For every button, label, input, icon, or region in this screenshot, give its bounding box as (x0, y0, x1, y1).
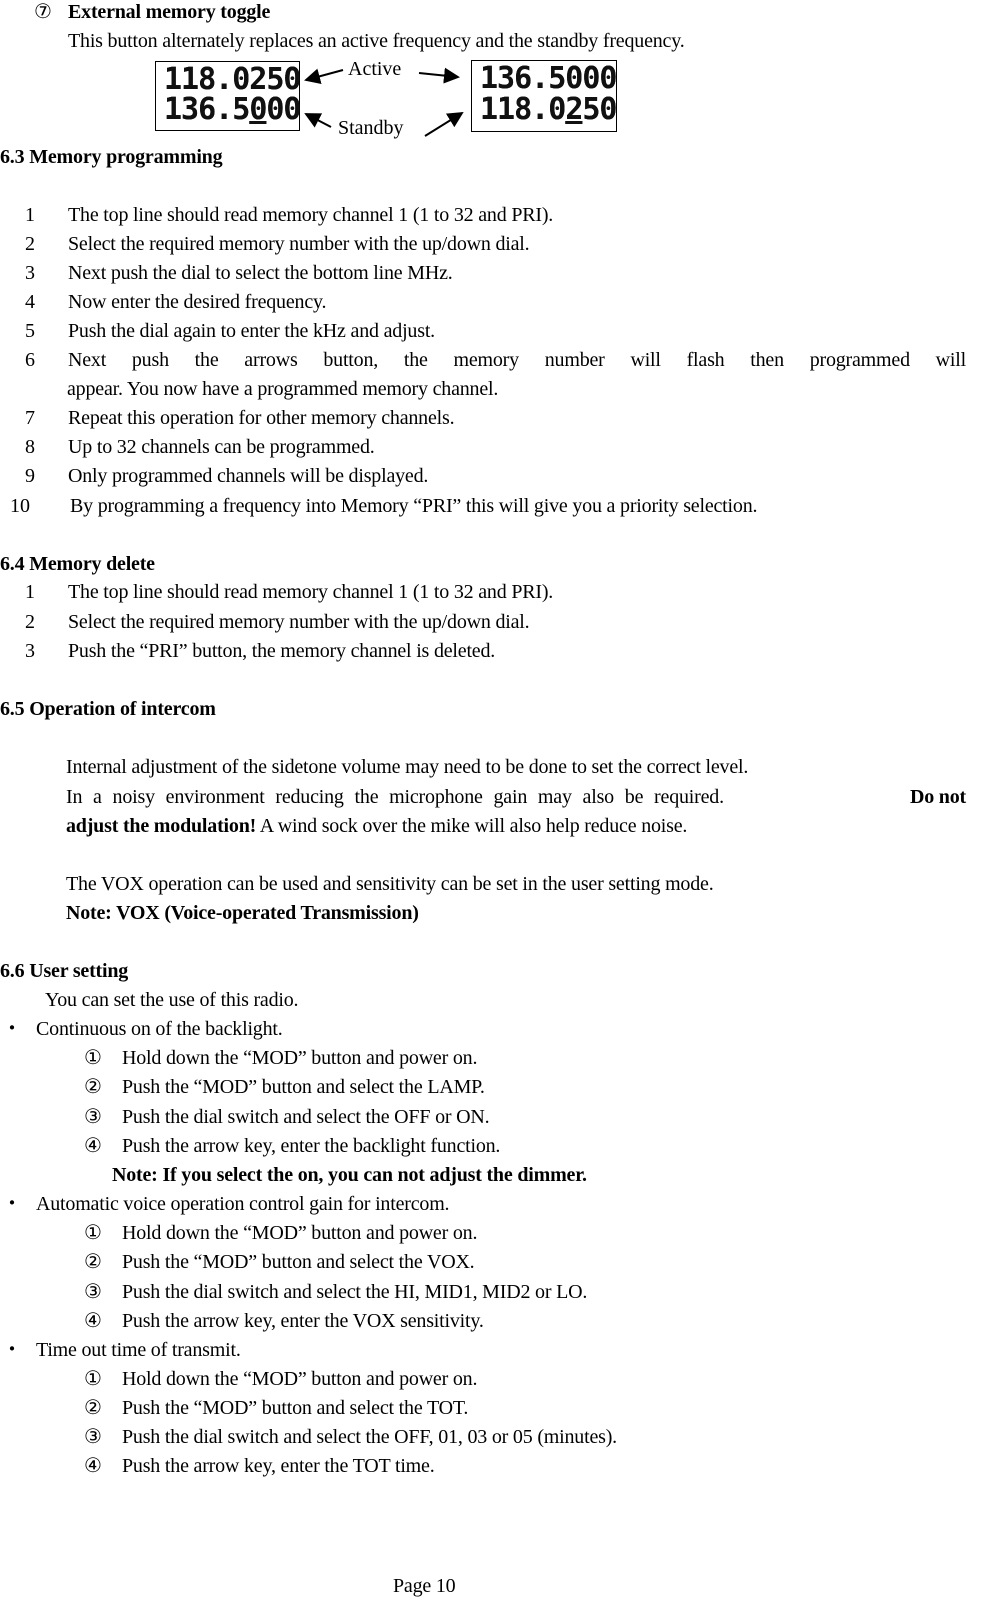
step-text: Push the arrow key, enter the backlight … (122, 1135, 501, 1157)
step-number: 5 (25, 320, 35, 342)
heading-memory-programming: 6.3 Memory programming (0, 146, 223, 168)
warning-text: Do not (909, 786, 966, 808)
step-text: Select the required memory number with t… (68, 233, 530, 255)
step-text: Push the arrow key, enter the VOX sensit… (122, 1310, 484, 1332)
step-marker: ① (84, 1368, 102, 1390)
bullet-icon: ・ (2, 1193, 22, 1215)
step-marker: ③ (84, 1426, 102, 1448)
arrow-active-left (304, 68, 344, 85)
bullet-icon: ・ (2, 1018, 22, 1040)
step-text: The top line should read memory channel … (68, 204, 554, 226)
step-text: Now enter the desired frequency. (68, 291, 327, 313)
step-text: Hold down the “MOD” button and power on. (122, 1222, 478, 1244)
step-text: Hold down the “MOD” button and power on. (122, 1368, 478, 1390)
page-number: Page 10 (393, 1575, 456, 1597)
intercom-paragraph-line: adjust the modulation! A wind sock over … (66, 814, 687, 838)
step-text: Next push the arrows button, the memory … (68, 349, 966, 371)
step-text: Push the dial switch and select the OFF,… (122, 1426, 617, 1448)
step-marker: ④ (84, 1310, 102, 1332)
heading-operation-of-intercom: 6.5 Operation of intercom (0, 698, 216, 720)
step-number: 7 (25, 407, 35, 429)
step-marker: ④ (84, 1455, 102, 1477)
step-text: Push the arrow key, enter the TOT time. (122, 1455, 435, 1477)
step-marker: ② (84, 1076, 102, 1098)
arrow-standby-right (424, 111, 464, 137)
intercom-text: A wind sock over the mike will also help… (256, 815, 688, 837)
setting-group-title: Time out time of transmit. (36, 1339, 241, 1361)
vox-note: Note: VOX (Voice-operated Transmission) (66, 902, 419, 924)
step-marker: ③ (84, 1281, 102, 1303)
step-number: 4 (25, 291, 35, 313)
bullet-icon: ・ (2, 1339, 22, 1361)
step-text: Push the “PRI” button, the memory channe… (68, 640, 496, 662)
step-text: Push the “MOD” button and select the VOX… (122, 1251, 475, 1273)
step-number: 1 (25, 581, 35, 603)
step-text: Push the “MOD” button and select the TOT… (122, 1397, 469, 1419)
step-number: 10 (10, 495, 30, 517)
step-text: Repeat this operation for other memory c… (68, 407, 455, 429)
step-text-continued: appear. You now have a programmed memory… (67, 378, 499, 400)
warning-text: adjust the modulation! (66, 815, 257, 837)
step-number: 8 (25, 436, 35, 458)
step-text: Push the dial again to enter the kHz and… (68, 320, 435, 342)
step-marker: ① (84, 1047, 102, 1069)
backlight-note: Note: If you select the on, you can not … (112, 1164, 587, 1186)
step-marker: ① (84, 1222, 102, 1244)
step-text: Only programmed channels will be display… (68, 465, 429, 487)
user-setting-intro: You can set the use of this radio. (45, 989, 299, 1011)
step-number: 3 (25, 640, 35, 662)
step-marker: ② (84, 1397, 102, 1419)
step-text: The top line should read memory channel … (68, 581, 554, 603)
intercom-text: In a noisy environment reducing the micr… (66, 786, 724, 808)
intercom-paragraph-line: In a noisy environment reducing the micr… (66, 785, 966, 809)
step-marker: ④ (84, 1135, 102, 1157)
step-text: Select the required memory number with t… (68, 611, 530, 633)
setting-group-title: Automatic voice operation control gain f… (36, 1193, 450, 1215)
intercom-paragraph-line: Internal adjustment of the sidetone volu… (66, 756, 749, 778)
step-number: 3 (25, 262, 35, 284)
vox-paragraph: The VOX operation can be used and sensit… (66, 873, 714, 895)
step-text: Next push the dial to select the bottom … (68, 262, 453, 284)
step-number: 2 (25, 233, 35, 255)
heading-user-setting: 6.6 User setting (0, 960, 129, 982)
heading-memory-delete: 6.4 Memory delete (0, 553, 155, 575)
arrow-active-right (418, 67, 460, 84)
step-text: Hold down the “MOD” button and power on. (122, 1047, 478, 1069)
arrow-standby-left (304, 113, 332, 128)
step-marker: ② (84, 1251, 102, 1273)
step-number: 6 (25, 349, 35, 371)
step-number: 9 (25, 465, 35, 487)
step-marker: ③ (84, 1106, 102, 1128)
step-text: Push the dial switch and select the HI, … (122, 1281, 588, 1303)
step-number: 1 (25, 204, 35, 226)
step-text: By programming a frequency into Memory “… (70, 495, 758, 517)
step-text: Up to 32 channels can be programmed. (68, 436, 375, 458)
toggle-arrows (304, 67, 464, 137)
setting-group-title: Continuous on of the backlight. (36, 1018, 283, 1040)
step-text: Push the dial switch and select the OFF … (122, 1106, 490, 1128)
step-text: Push the “MOD” button and select the LAM… (122, 1076, 485, 1098)
step-number: 2 (25, 611, 35, 633)
